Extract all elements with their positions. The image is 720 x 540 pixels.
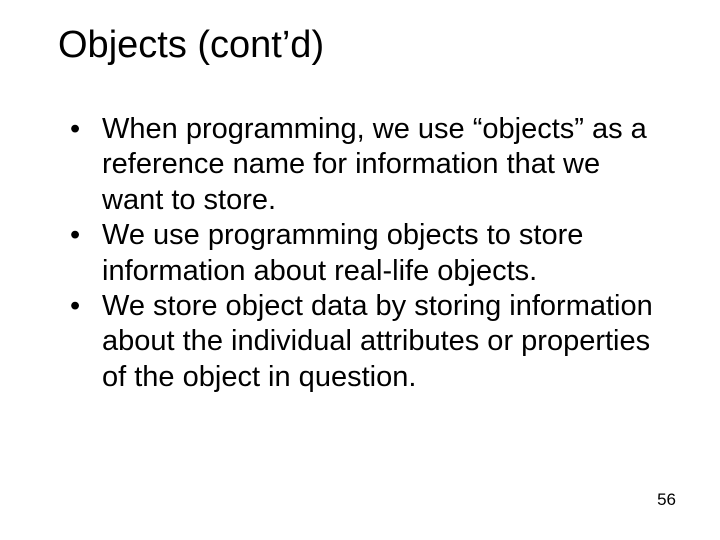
bullet-item: When programming, we use “objects” as a … [66,112,660,218]
slide-title: Objects (cont’d) [58,24,324,67]
bullet-item: We use programming objects to store info… [66,218,660,289]
bullet-list: When programming, we use “objects” as a … [66,112,660,395]
page-number: 56 [657,490,676,510]
slide: Objects (cont’d) When programming, we us… [0,0,720,540]
slide-body: When programming, we use “objects” as a … [66,112,660,395]
bullet-item: We store object data by storing informat… [66,289,660,395]
